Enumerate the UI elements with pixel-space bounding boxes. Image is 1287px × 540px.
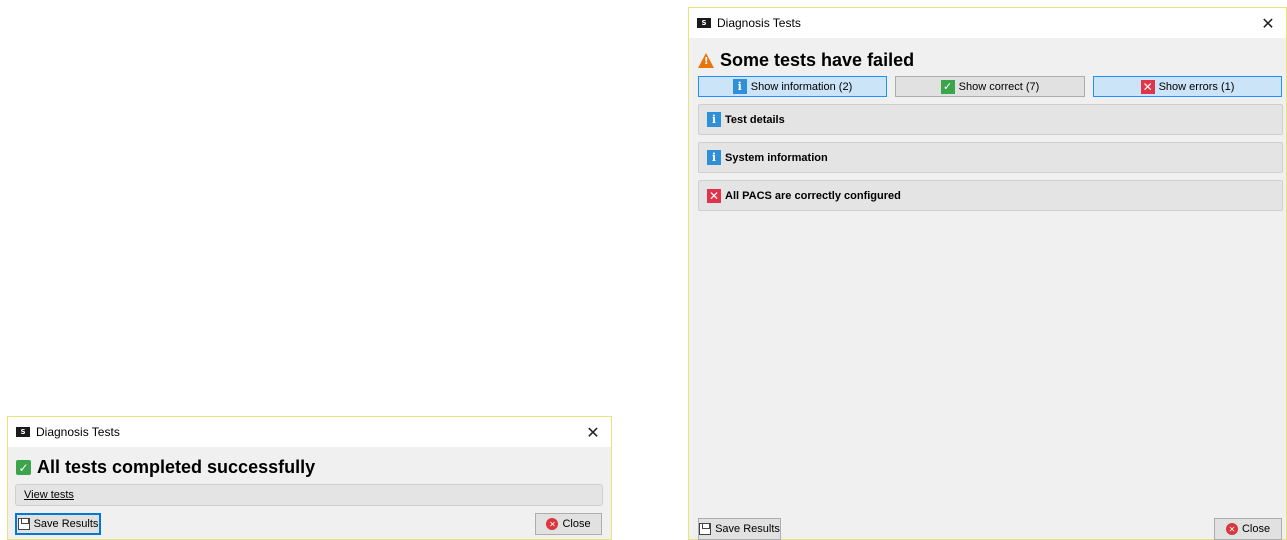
save-results-label: Save Results xyxy=(715,523,780,535)
show-information-label: Show information (2) xyxy=(750,80,853,93)
save-results-button[interactable]: Save Results xyxy=(15,513,101,535)
save-results-label: Save Results xyxy=(33,518,99,530)
info-icon: i xyxy=(732,79,747,94)
window-title: Diagnosis Tests xyxy=(717,16,801,30)
close-label: Close xyxy=(562,518,591,530)
close-label: Close xyxy=(1241,523,1271,535)
status-heading-text: Some tests have failed xyxy=(720,50,915,70)
show-correct-label: Show correct (7) xyxy=(958,80,1040,93)
error-icon: ✕ xyxy=(1140,79,1155,94)
close-button[interactable]: ✕ Close xyxy=(1214,518,1282,540)
show-information-button[interactable]: i Show information (2) xyxy=(698,76,887,97)
error-icon: ✕ xyxy=(707,188,721,203)
status-heading: ! Some tests have failed xyxy=(698,50,914,71)
large-dialog: S Diagnosis Tests ✕ ! Some tests have fa… xyxy=(688,7,1287,540)
close-circle-icon: ✕ xyxy=(1225,523,1238,535)
view-tests-bar[interactable]: View tests xyxy=(15,484,603,506)
status-heading: ✓ All tests completed successfully xyxy=(16,457,315,478)
info-icon: i xyxy=(707,112,721,127)
small-dialog: S Diagnosis Tests ✕ ✓ All tests complete… xyxy=(7,416,612,540)
close-icon[interactable]: ✕ xyxy=(1250,8,1286,38)
section-label: Test details xyxy=(725,113,785,126)
small-dialog-titlebar[interactable]: S Diagnosis Tests ✕ xyxy=(8,417,611,447)
show-correct-button[interactable]: ✓ Show correct (7) xyxy=(895,76,1085,97)
section-pacs-configured[interactable]: ✕ All PACS are correctly configured xyxy=(698,180,1283,211)
section-label: All PACS are correctly configured xyxy=(725,189,901,202)
app-icon: S xyxy=(16,427,30,437)
info-icon: i xyxy=(707,150,721,165)
save-icon xyxy=(699,523,712,535)
view-tests-link[interactable]: View tests xyxy=(24,489,74,501)
large-dialog-titlebar[interactable]: S Diagnosis Tests ✕ xyxy=(689,8,1286,38)
check-icon: ✓ xyxy=(940,79,955,94)
close-circle-icon: ✕ xyxy=(546,518,559,530)
show-errors-button[interactable]: ✕ Show errors (1) xyxy=(1093,76,1282,97)
window-title: Diagnosis Tests xyxy=(36,425,120,439)
close-button[interactable]: ✕ Close xyxy=(535,513,602,535)
close-icon[interactable]: ✕ xyxy=(575,417,611,447)
show-errors-label: Show errors (1) xyxy=(1158,80,1235,93)
app-icon: S xyxy=(697,18,711,28)
status-heading-text: All tests completed successfully xyxy=(37,457,316,477)
save-icon xyxy=(17,518,30,530)
section-test-details[interactable]: i Test details xyxy=(698,104,1283,135)
check-icon: ✓ xyxy=(16,460,31,475)
section-label: System information xyxy=(725,151,828,164)
save-results-button[interactable]: Save Results xyxy=(698,518,781,540)
section-system-information[interactable]: i System information xyxy=(698,142,1283,173)
warning-icon: ! xyxy=(698,53,714,68)
